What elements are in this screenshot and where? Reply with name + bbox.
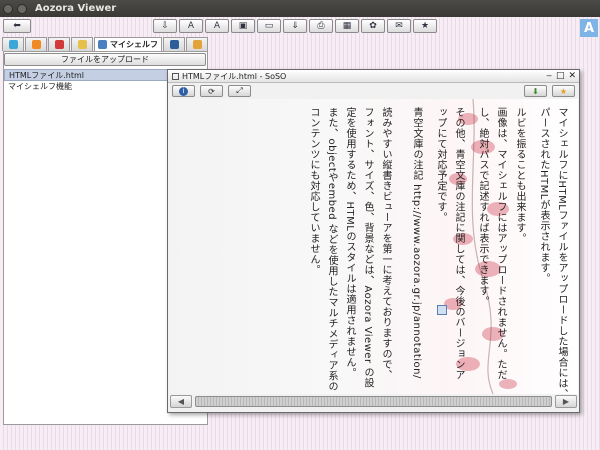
tab-favorites[interactable] [48,37,70,51]
text-column: し、絶対パスで記述すれば表示できます。 [477,107,488,307]
viewer-toolbar: i ⟳ ⤢ ⬇ ★ [168,83,579,99]
text-column: また、objectやembed などを使用したマルチメディア系の [326,107,337,392]
font-button[interactable]: A [179,19,203,33]
print-button[interactable]: ⎙ [309,19,333,33]
download-button[interactable]: ⇓ [283,19,307,33]
bookmark-button[interactable]: ★ [552,85,575,97]
folder-icon [192,40,202,49]
tab-myshelf[interactable]: マイシェルフ [94,37,162,51]
font-bold-button[interactable]: A [205,19,229,33]
text-column: コンテンツにも対応していません。 [308,107,319,275]
download-button[interactable]: ⬇ [524,85,547,97]
tab-rss[interactable] [25,37,47,51]
settings-icon: ✿ [369,21,377,31]
back-button[interactable]: ⬅ [3,19,31,33]
text-column: その他、青空文庫の注記に関しては、今後のバージョンア [453,107,464,380]
horizontal-scrollbar[interactable]: ◀ ▶ [170,394,577,409]
folder-button[interactable]: ▭ [257,19,281,33]
image-placeholder-icon [437,305,447,315]
text-column: 読みやすい縦書きビューアを第一に考えておりますので、 [380,107,391,380]
text-column: パースされたHTMLが表示されます。 [538,107,549,284]
viewer-window-controls: ‒ □ ✕ [546,70,576,83]
viewer-close-button[interactable]: ✕ [568,70,576,83]
window-titlebar: Aozora Viewer [0,0,600,17]
scroll-right-button[interactable]: ▶ [555,395,577,408]
window-minimize-button[interactable] [17,3,27,14]
tab-folder[interactable] [186,37,208,51]
arrow-right-icon: ▶ [562,397,570,406]
text-column: 画像は、マイシェルフにはアップロードされません。ただ [495,107,506,380]
myshelf-icon [98,40,107,49]
scroll-left-button[interactable]: ◀ [170,395,192,408]
app-logo: A [580,19,598,37]
save-icon: ▣ [238,21,248,31]
text-column: 定を使用するため、HTMLのスタイルは適用されません。 [344,107,355,379]
refresh-button[interactable]: ⟳ [200,85,223,97]
info-button[interactable]: i [172,85,195,97]
notes-icon [77,40,87,49]
text-column: 青空文庫の注記 http://www.aozora.gr.jp/annotati… [411,107,422,379]
upload-file-button[interactable]: ファイルをアップロード [4,53,206,66]
main-toolbar: ⬅ ⇩ A A ▣ ▭ ⇓ ⎙ ▦ ✿ ✉ ★ [0,17,600,35]
library-icon [8,40,18,49]
refresh-icon: ⟳ [208,86,215,96]
font-bold-icon: A [213,21,221,31]
download-icon: ⇓ [291,21,299,31]
window-title: Aozora Viewer [35,3,117,14]
viewer-window: HTMLファイル.html - SoSO ‒ □ ✕ i ⟳ ⤢ ⬇ ★ マイシ… [167,69,580,413]
viewer-maximize-button[interactable]: □ [556,70,565,83]
viewer-minimize-button[interactable]: ‒ [546,70,552,83]
window-close-button[interactable] [3,3,13,14]
tab-library[interactable] [2,37,24,51]
sidebar-tabs: マイシェルフ [2,37,208,51]
info-icon: i [179,86,188,96]
font-icon: A [187,21,195,31]
rss-icon [31,40,41,49]
image-button[interactable]: ▦ [335,19,359,33]
comment-icon: ✉ [395,21,403,31]
history-icon [169,40,179,49]
text-column: ルビを振ることも出来ます。 [514,107,525,244]
tab-history[interactable] [163,37,185,51]
text-column: マイシェルフにHTMLファイルをアップロードした場合には、 [556,107,567,394]
import-button[interactable]: ⇩ [153,19,177,33]
viewer-title: HTMLファイル.html - SoSO [182,71,287,81]
import-icon: ⇩ [161,21,169,31]
document-icon [172,72,179,80]
download-icon: ⬇ [532,86,539,96]
arrow-left-icon: ⬅ [13,21,21,31]
print-icon: ⎙ [317,21,325,31]
fullscreen-icon: ⤢ [236,86,243,95]
favorite-icon: ★ [420,21,430,31]
tab-notes[interactable] [71,37,93,51]
star-icon: ★ [559,86,568,96]
favorite-button[interactable]: ★ [413,19,437,33]
folder-icon: ▭ [264,21,274,31]
viewer-titlebar: HTMLファイル.html - SoSO ‒ □ ✕ [168,70,579,83]
favorites-icon [54,40,64,49]
text-column: ップにて対応予定です。 [435,107,446,223]
settings-button[interactable]: ✿ [361,19,385,33]
arrow-left-icon: ◀ [177,397,185,406]
save-button[interactable]: ▣ [231,19,255,33]
tab-label: マイシェルフ [110,40,158,49]
fullscreen-button[interactable]: ⤢ [228,85,251,97]
image-icon: ▦ [342,21,352,31]
comment-button[interactable]: ✉ [387,19,411,33]
text-column: フォント、サイズ、色、背景などは、Aozora Viewer の設 [362,107,373,389]
scrollbar-track[interactable] [195,396,552,407]
vertical-text-content: マイシェルフにHTMLファイルをアップロードした場合には、 パースされたHTMLが… [169,99,578,394]
